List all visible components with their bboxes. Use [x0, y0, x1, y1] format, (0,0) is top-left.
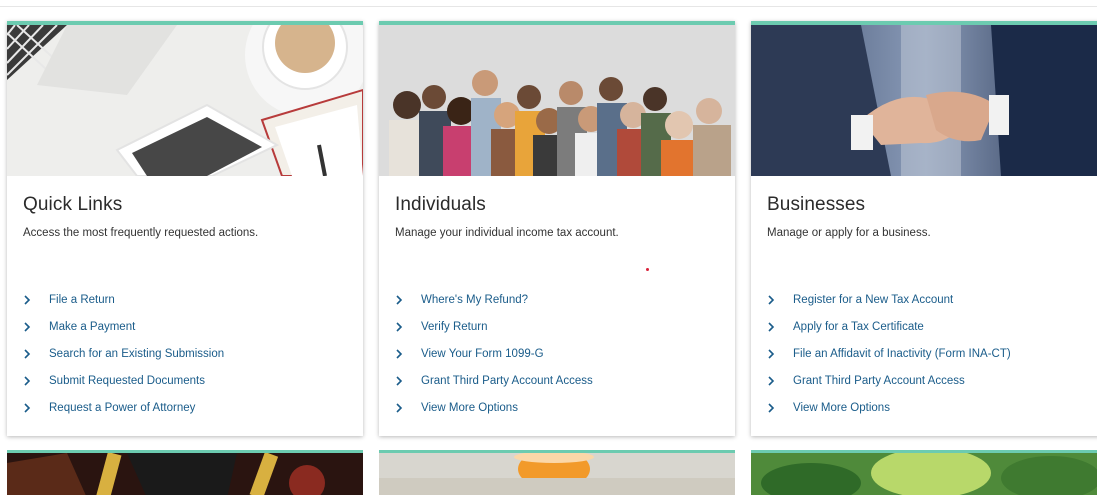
link-label[interactable]: Where's My Refund?	[421, 294, 528, 306]
drink-card-image	[379, 450, 735, 495]
link-label[interactable]: File an Affidavit of Inactivity (Form IN…	[793, 348, 1011, 360]
link-label[interactable]: Grant Third Party Account Access	[421, 375, 593, 387]
chevron-right-icon	[395, 348, 421, 359]
individuals-links-list: Where's My Refund? Verify Return View Yo…	[395, 286, 593, 421]
link-view-form-1099g[interactable]: View Your Form 1099-G	[395, 340, 593, 367]
link-verify-return[interactable]: Verify Return	[395, 313, 593, 340]
link-view-more-options[interactable]: View More Options	[395, 394, 593, 421]
link-request-power-of-attorney[interactable]: Request a Power of Attorney	[23, 394, 224, 421]
link-apply-tax-certificate[interactable]: Apply for a Tax Certificate	[767, 313, 1011, 340]
chevron-right-icon	[395, 375, 421, 386]
link-label[interactable]: View Your Form 1099-G	[421, 348, 544, 360]
link-file-a-return[interactable]: File a Return	[23, 286, 224, 313]
stray-dot	[646, 268, 649, 271]
card-description: Manage or apply for a business.	[767, 227, 931, 239]
leaves-card-image	[751, 450, 1097, 495]
quick-links-card: Quick Links Access the most frequently r…	[7, 21, 363, 436]
chevron-right-icon	[395, 402, 421, 413]
link-label[interactable]: View More Options	[793, 402, 890, 414]
chevron-right-icon	[23, 402, 49, 413]
people-group-image	[379, 25, 735, 176]
chevron-right-icon	[23, 294, 49, 305]
chevron-right-icon	[395, 294, 421, 305]
link-make-a-payment[interactable]: Make a Payment	[23, 313, 224, 340]
desk-image	[7, 25, 363, 176]
casino-card-image	[7, 450, 363, 495]
handshake-image	[751, 25, 1097, 176]
link-label[interactable]: Verify Return	[421, 321, 487, 333]
chevron-right-icon	[23, 348, 49, 359]
link-search-existing-submission[interactable]: Search for an Existing Submission	[23, 340, 224, 367]
link-wheres-my-refund[interactable]: Where's My Refund?	[395, 286, 593, 313]
chevron-right-icon	[767, 321, 793, 332]
link-register-new-tax-account[interactable]: Register for a New Tax Account	[767, 286, 1011, 313]
link-submit-requested-documents[interactable]: Submit Requested Documents	[23, 367, 224, 394]
card-title: Businesses	[767, 194, 866, 215]
businesses-card: Businesses Manage or apply for a busines…	[751, 21, 1097, 436]
link-label[interactable]: Search for an Existing Submission	[49, 348, 224, 360]
link-label[interactable]: View More Options	[421, 402, 518, 414]
link-label[interactable]: Register for a New Tax Account	[793, 294, 953, 306]
link-label[interactable]: Make a Payment	[49, 321, 135, 333]
link-view-more-options[interactable]: View More Options	[767, 394, 1011, 421]
chevron-right-icon	[767, 294, 793, 305]
chevron-right-icon	[23, 375, 49, 386]
card-title: Quick Links	[23, 194, 123, 215]
link-grant-third-party-access[interactable]: Grant Third Party Account Access	[767, 367, 1011, 394]
quick-links-list: File a Return Make a Payment Search for …	[23, 286, 224, 421]
businesses-links-list: Register for a New Tax Account Apply for…	[767, 286, 1011, 421]
individuals-card: Individuals Manage your individual incom…	[379, 21, 735, 436]
link-label[interactable]: Submit Requested Documents	[49, 375, 205, 387]
chevron-right-icon	[767, 402, 793, 413]
chevron-right-icon	[23, 321, 49, 332]
link-label[interactable]: Request a Power of Attorney	[49, 402, 195, 414]
link-label[interactable]: Grant Third Party Account Access	[793, 375, 965, 387]
chevron-right-icon	[767, 348, 793, 359]
card-title: Individuals	[395, 194, 486, 215]
card-description: Manage your individual income tax accoun…	[395, 227, 619, 239]
chevron-right-icon	[395, 321, 421, 332]
card-description: Access the most frequently requested act…	[23, 227, 259, 239]
link-grant-third-party-access[interactable]: Grant Third Party Account Access	[395, 367, 593, 394]
link-file-affidavit-inactivity[interactable]: File an Affidavit of Inactivity (Form IN…	[767, 340, 1011, 367]
link-label[interactable]: Apply for a Tax Certificate	[793, 321, 924, 333]
chevron-right-icon	[767, 375, 793, 386]
link-label[interactable]: File a Return	[49, 294, 115, 306]
top-divider	[0, 6, 1097, 7]
